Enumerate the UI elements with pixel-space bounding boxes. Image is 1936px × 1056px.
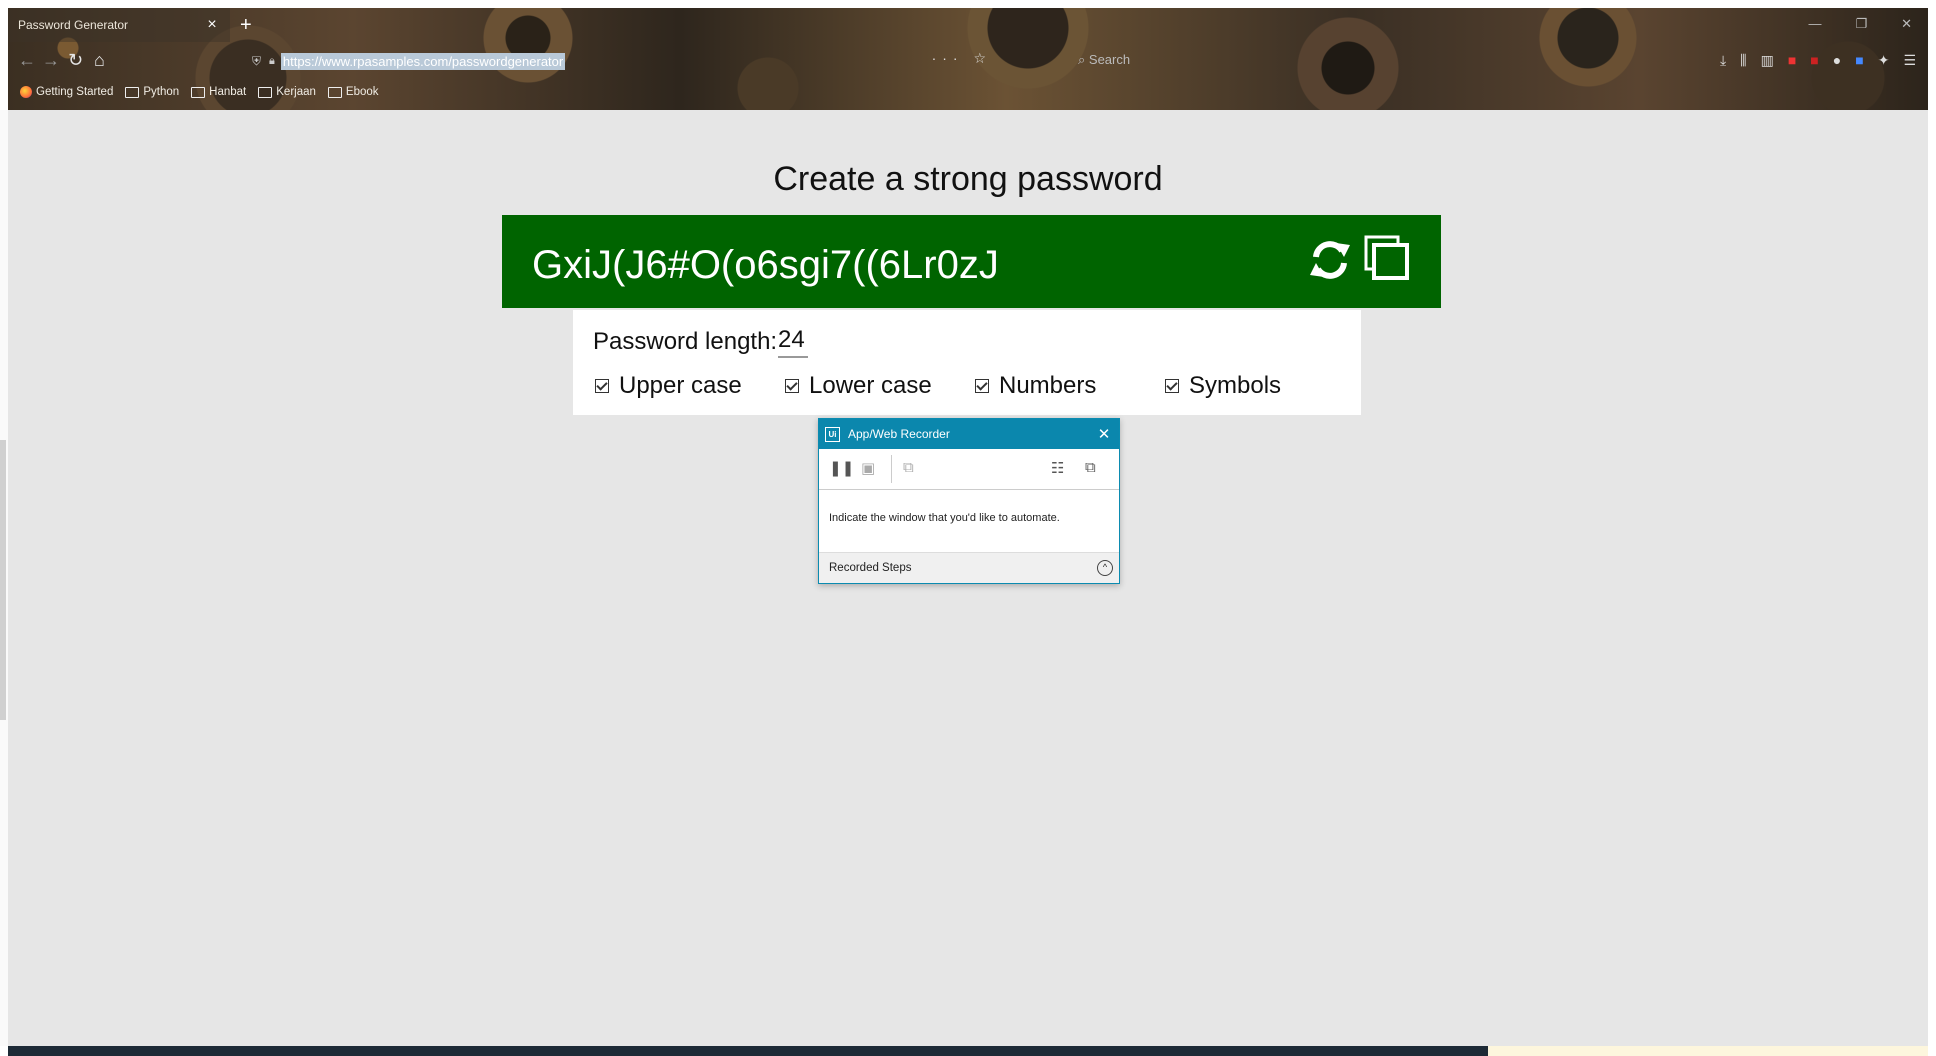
recorded-steps-label: Recorded Steps <box>829 562 912 574</box>
puzzle-icon[interactable]: ✦ <box>1878 52 1890 69</box>
option-upper-case[interactable]: Upper case <box>595 372 742 400</box>
chevron-up-icon[interactable]: ^ <box>1097 560 1113 576</box>
right-edge <box>1928 0 1936 1056</box>
shield-icon[interactable]: ⛨ <box>252 54 261 69</box>
bookmark-label: Kerjaan <box>276 86 316 98</box>
window-controls: — ❐ ✕ <box>1808 16 1912 32</box>
recorder-titlebar[interactable]: Ui App/Web Recorder ✕ <box>819 419 1119 449</box>
app-web-recorder-window: Ui App/Web Recorder ✕ ❚❚ ▣ ⧉ ☷ ⧉ Indicat… <box>818 418 1120 584</box>
recorder-toolbar: ❚❚ ▣ ⧉ ☷ ⧉ <box>819 449 1119 490</box>
bookmark-label: Ebook <box>345 86 379 98</box>
bookmark-label: Hanbat <box>209 86 247 98</box>
browser-chrome: Password Generator × + — ❐ ✕ ← → ↻ ⌂ ⛨ 🔒… <box>8 8 1928 110</box>
taskbar-edge-right <box>1488 1046 1936 1056</box>
sidebar-icon[interactable]: ▥ <box>1761 52 1774 69</box>
option-symbols[interactable]: Symbols <box>1165 372 1281 400</box>
option-label: Lower case <box>809 372 932 399</box>
uipath-logo-icon: Ui <box>825 426 840 442</box>
bookmark-getting-started[interactable]: Getting Started <box>20 86 113 98</box>
recorded-steps-bar[interactable]: Recorded Steps ^ <box>819 552 1119 583</box>
recorder-close-icon[interactable]: ✕ <box>1089 425 1119 443</box>
page-actions-icon[interactable]: ··· ☆ <box>932 50 992 67</box>
reload-icon[interactable]: ↻ <box>68 50 83 71</box>
restore-icon[interactable]: ❐ <box>1855 16 1867 32</box>
minimize-icon[interactable]: — <box>1808 16 1821 32</box>
tab-close-icon[interactable]: × <box>202 16 222 34</box>
options-list-icon[interactable]: ☷ <box>1051 459 1064 477</box>
symbols-checkbox[interactable] <box>1165 379 1179 393</box>
refresh-icon[interactable] <box>1306 235 1354 283</box>
home-icon[interactable]: ⌂ <box>94 50 105 71</box>
search-icon: ⌕ <box>1078 52 1086 67</box>
length-label: Password length: <box>593 328 778 355</box>
account-icon[interactable]: ● <box>1833 52 1841 69</box>
navigation-toolbar: ← → ↻ ⌂ ⛨ 🔒︎ https://www.rpasamples.com/… <box>8 44 1928 80</box>
bookmark-label: Python <box>143 86 180 98</box>
back-icon[interactable]: ← <box>18 50 36 71</box>
record-image-icon[interactable]: ⧉ <box>903 459 914 476</box>
menu-icon[interactable]: ☰ <box>1903 52 1916 69</box>
option-label: Upper case <box>619 372 742 399</box>
lower-case-checkbox[interactable] <box>785 379 799 393</box>
extension-red-icon[interactable]: ■ <box>1788 52 1796 69</box>
bookmark-kerjaan[interactable]: Kerjaan <box>258 86 316 98</box>
search-box[interactable]: ⌕ Search <box>1078 52 1318 68</box>
page-scrollbar[interactable] <box>0 440 6 720</box>
extension-blue-icon[interactable]: ■ <box>1855 52 1863 69</box>
new-tab-button[interactable]: + <box>240 14 252 37</box>
folder-icon <box>125 86 140 98</box>
bookmark-ebook[interactable]: Ebook <box>327 86 379 98</box>
bookmark-hanbat[interactable]: Hanbat <box>191 86 246 98</box>
option-numbers[interactable]: Numbers <box>975 372 1096 400</box>
download-icon[interactable]: ⤓ <box>1720 52 1726 69</box>
toolbar-separator <box>891 455 892 483</box>
password-options: Password length: 24 Upper case Lower cas… <box>573 310 1361 415</box>
url-text[interactable]: https://www.rpasamples.com/passwordgener… <box>280 52 566 70</box>
recorder-message: Indicate the window that you'd like to a… <box>829 512 1060 524</box>
save-and-exit-icon[interactable]: ▣ <box>861 459 875 477</box>
taskbar-edge <box>8 1046 1488 1056</box>
windows-icon[interactable]: ⧉ <box>1085 459 1096 476</box>
close-window-icon[interactable]: ✕ <box>1901 16 1912 32</box>
pause-icon[interactable]: ❚❚ <box>829 459 854 477</box>
forward-icon[interactable]: → <box>42 50 60 71</box>
option-lower-case[interactable]: Lower case <box>785 372 932 400</box>
upper-case-checkbox[interactable] <box>595 379 609 393</box>
search-placeholder: Search <box>1088 52 1131 67</box>
option-label: Numbers <box>999 372 1097 399</box>
browser-tab[interactable]: Password Generator × <box>8 8 230 42</box>
generated-password: GxiJ(J6#O(o6sgi7((6Lr0zJ <box>532 243 999 287</box>
folder-icon <box>327 86 342 98</box>
copy-icon[interactable] <box>1364 235 1410 281</box>
firefox-icon <box>20 86 32 98</box>
page-title: Create a strong password <box>773 160 1163 198</box>
folder-icon <box>191 86 206 98</box>
folder-icon <box>258 86 273 98</box>
tab-title: Password Generator <box>18 18 129 32</box>
recorder-title: App/Web Recorder <box>848 427 950 441</box>
ublock-icon[interactable]: ■ <box>1810 52 1818 69</box>
password-panel: GxiJ(J6#O(o6sgi7((6Lr0zJ <box>502 215 1441 308</box>
option-label: Symbols <box>1189 372 1282 399</box>
extension-toolbar: ⤓ ⫼ ▥ ■ ■ ● ■ ✦ ☰ <box>1720 52 1916 69</box>
numbers-checkbox[interactable] <box>975 379 989 393</box>
library-icon[interactable]: ⫼ <box>1740 52 1746 69</box>
bookmarks-bar: Getting Started Python Hanbat Kerjaan Eb… <box>20 86 379 98</box>
bookmark-python[interactable]: Python <box>125 86 179 98</box>
lock-icon[interactable]: 🔒︎ <box>269 55 275 68</box>
length-input[interactable]: 24 <box>778 326 808 358</box>
address-bar[interactable]: ⛨ 🔒︎ https://www.rpasamples.com/password… <box>252 48 992 74</box>
bookmark-label: Getting Started <box>36 86 114 98</box>
